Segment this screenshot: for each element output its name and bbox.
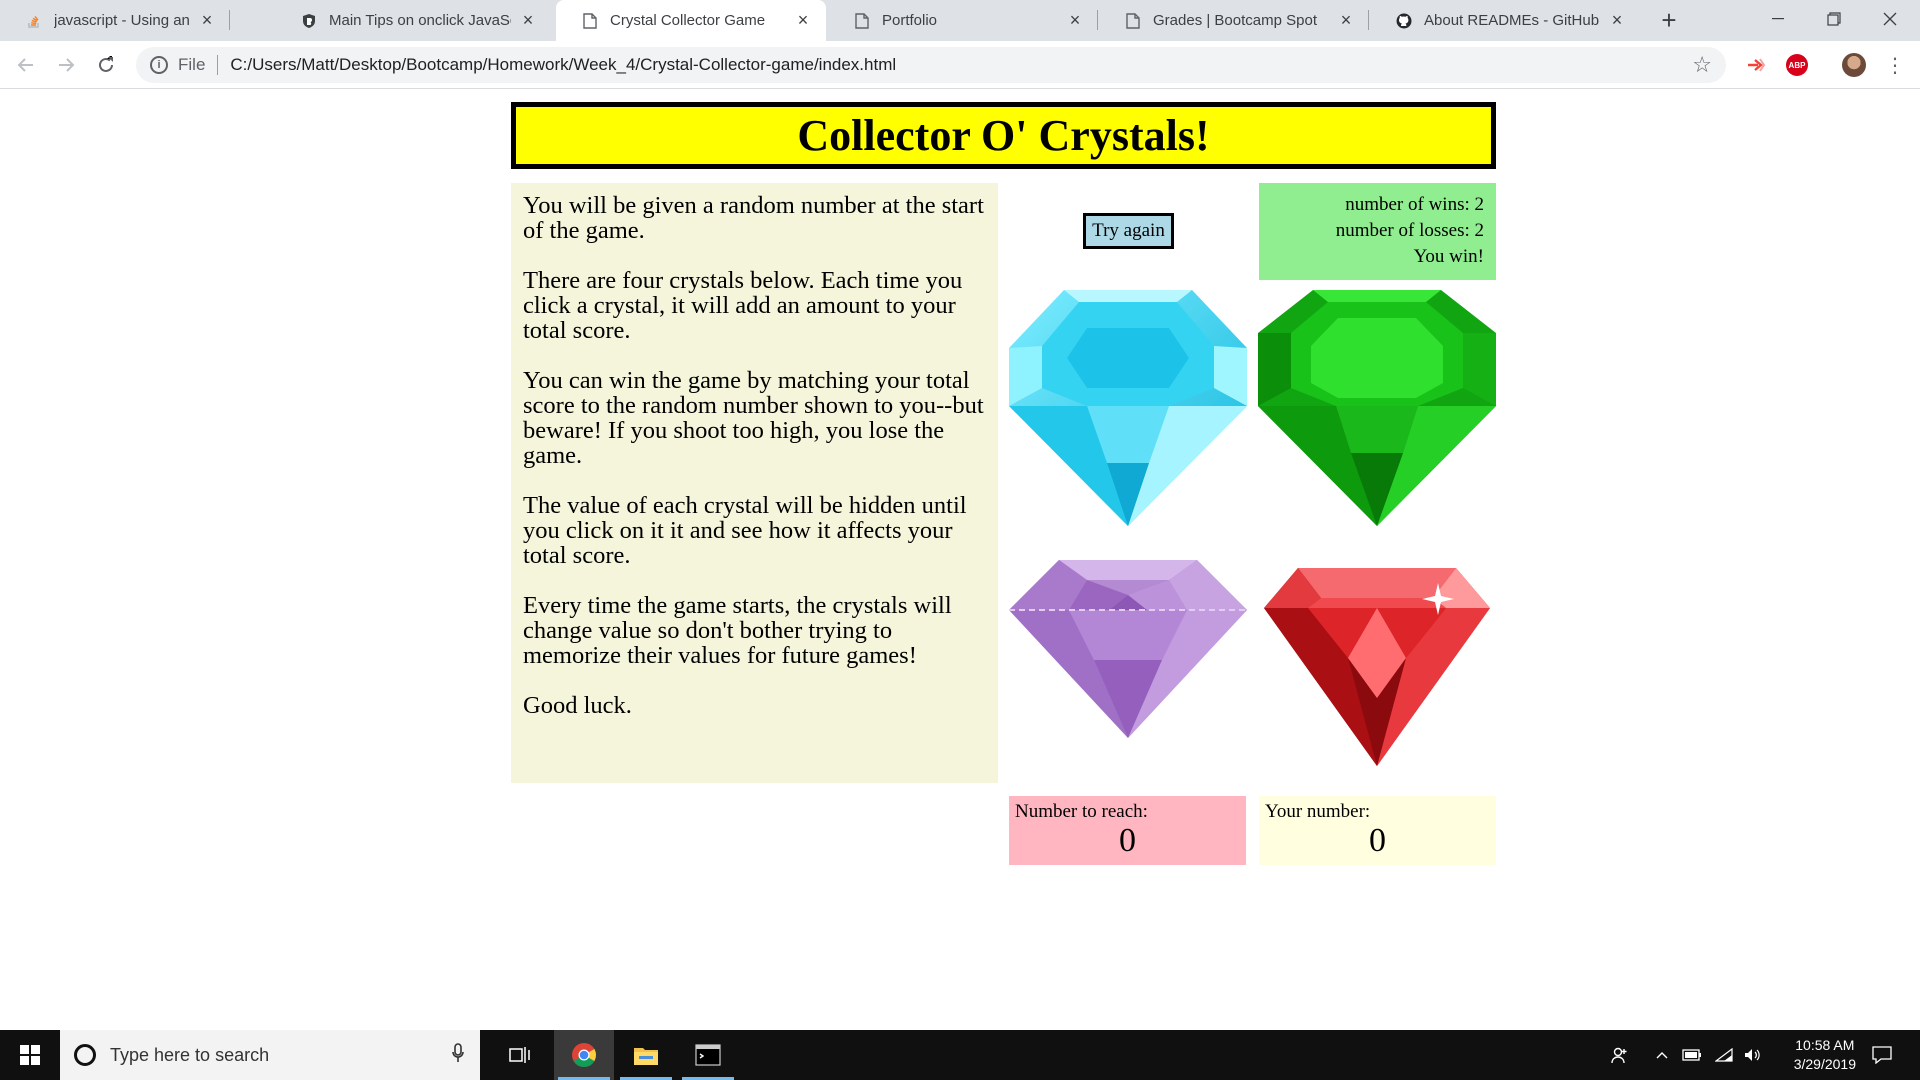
terminal-taskbar-icon[interactable] <box>678 1030 738 1080</box>
windows-taskbar: Type here to search 10:58 AM 3/29/2019 <box>0 1030 1920 1080</box>
profile-avatar[interactable] <box>1842 53 1866 77</box>
taskbar-search[interactable]: Type here to search <box>60 1030 480 1080</box>
instructions-panel: You will be given a random number at the… <box>511 183 998 783</box>
close-window-button[interactable] <box>1862 0 1918 38</box>
shield-icon <box>301 13 317 29</box>
tab-title: Grades | Bootcamp Spot <box>1153 12 1317 29</box>
battery-icon[interactable] <box>1678 1030 1706 1080</box>
number-to-reach-box: Number to reach: 0 <box>1009 796 1246 865</box>
tab-title: Main Tips on onclick JavaScri <box>329 12 511 29</box>
url-divider <box>217 55 219 75</box>
red-crystal[interactable] <box>1258 538 1496 778</box>
cyan-crystal[interactable] <box>1009 288 1247 528</box>
github-icon <box>1396 13 1412 29</box>
chrome-taskbar-icon[interactable] <box>554 1030 614 1080</box>
losses-count: number of losses: 2 <box>1335 220 1484 241</box>
start-button[interactable] <box>0 1030 60 1080</box>
system-clock[interactable]: 10:58 AM 3/29/2019 <box>1794 1036 1856 1074</box>
green-crystal[interactable] <box>1258 288 1496 528</box>
tab-bootcamp-grades[interactable]: Grades | Bootcamp Spot × <box>1099 0 1369 41</box>
tab-bitdegree[interactable]: Main Tips on onclick JavaScri × <box>275 0 551 41</box>
show-hidden-icons[interactable] <box>1650 1030 1674 1080</box>
url-text[interactable]: C:/Users/Matt/Desktop/Bootcamp/Homework/… <box>230 55 896 75</box>
close-tab-icon[interactable]: × <box>1066 10 1084 30</box>
tab-stackoverflow[interactable]: javascript - Using an onclick f × <box>0 0 230 41</box>
forward-button[interactable] <box>52 51 80 79</box>
instruction-paragraph: Good luck. <box>523 692 632 719</box>
task-view-icon[interactable] <box>490 1030 550 1080</box>
tab-crystal-collector[interactable]: Crystal Collector Game × <box>556 0 826 41</box>
browser-menu-icon[interactable]: ⋮ <box>1884 54 1906 77</box>
stackoverflow-icon <box>26 13 42 29</box>
purple-crystal[interactable] <box>1009 520 1247 760</box>
your-number-value: 0 <box>1369 822 1386 859</box>
volume-icon[interactable] <box>1740 1030 1766 1080</box>
your-number-label: Your number: <box>1265 801 1371 822</box>
clock-time: 10:58 AM <box>1795 1037 1855 1053</box>
tab-title: Crystal Collector Game <box>610 12 766 29</box>
tab-title: About READMEs - GitHub He <box>1424 12 1600 29</box>
browser-toolbar: i File C:/Users/Matt/Desktop/Bootcamp/Ho… <box>0 41 1920 89</box>
tab-title: javascript - Using an onclick f <box>54 12 190 29</box>
microphone-icon[interactable] <box>452 1042 464 1068</box>
your-number-box: Your number: 0 <box>1259 796 1496 865</box>
score-panel: number of wins: 2 number of losses: 2 Yo… <box>1259 183 1496 280</box>
tab-separator <box>1097 10 1098 30</box>
extension-red-arrow-icon[interactable] <box>1745 54 1767 76</box>
instruction-paragraph: You can win the game by matching your to… <box>523 367 984 469</box>
game-header: Collector O' Crystals! <box>511 102 1496 169</box>
instruction-paragraph: The value of each crystal will be hidden… <box>523 492 967 569</box>
notifications-icon[interactable] <box>1862 1030 1902 1080</box>
file-explorer-icon[interactable] <box>616 1030 676 1080</box>
url-scheme: File <box>178 55 206 74</box>
close-tab-icon[interactable]: × <box>519 10 537 30</box>
wins-count: number of wins: 2 <box>1345 194 1484 215</box>
close-tab-icon[interactable]: × <box>794 10 812 30</box>
number-to-reach-value: 0 <box>1119 822 1136 859</box>
back-button[interactable] <box>12 51 40 79</box>
address-bar[interactable]: i File C:/Users/Matt/Desktop/Bootcamp/Ho… <box>136 47 1726 83</box>
people-icon[interactable] <box>1605 1030 1635 1080</box>
bookmark-star-icon[interactable]: ☆ <box>1692 52 1712 78</box>
tab-title: Portfolio <box>882 12 938 29</box>
tab-separator <box>1368 10 1369 30</box>
wifi-icon[interactable] <box>1710 1030 1738 1080</box>
clock-date: 3/29/2019 <box>1793 1056 1856 1072</box>
instruction-paragraph: Every time the game starts, the crystals… <box>523 592 952 669</box>
number-to-reach-label: Number to reach: <box>1015 801 1148 822</box>
tab-github-readmes[interactable]: About READMEs - GitHub He × <box>1370 0 1640 41</box>
tab-portfolio[interactable]: Portfolio × <box>828 0 1098 41</box>
windows-logo-icon <box>20 1045 40 1065</box>
file-icon <box>582 12 598 29</box>
instruction-paragraph: There are four crystals below. Each time… <box>523 267 963 344</box>
tab-separator <box>229 10 230 30</box>
game-result: You win! <box>1413 246 1484 267</box>
file-icon <box>854 12 870 29</box>
page-content: Collector O' Crystals! You will be given… <box>0 90 1920 1030</box>
restore-button[interactable] <box>1806 0 1862 38</box>
instruction-paragraph: You will be given a random number at the… <box>523 192 984 244</box>
adblock-plus-icon[interactable]: ABP <box>1786 54 1808 76</box>
cortana-icon[interactable] <box>74 1044 96 1066</box>
tab-strip: javascript - Using an onclick f × Main T… <box>0 0 1920 41</box>
reload-button[interactable] <box>92 51 120 79</box>
page-title: Collector O' Crystals! <box>797 111 1210 160</box>
try-again-button[interactable]: Try again <box>1083 213 1174 249</box>
close-tab-icon[interactable]: × <box>1608 10 1626 30</box>
search-placeholder: Type here to search <box>110 1044 270 1065</box>
close-tab-icon[interactable]: × <box>1337 10 1355 30</box>
info-icon[interactable]: i <box>150 56 168 74</box>
new-tab-button[interactable]: + <box>1655 5 1683 35</box>
file-icon <box>1125 12 1141 29</box>
close-tab-icon[interactable]: × <box>198 10 216 30</box>
minimize-button[interactable] <box>1750 0 1806 38</box>
